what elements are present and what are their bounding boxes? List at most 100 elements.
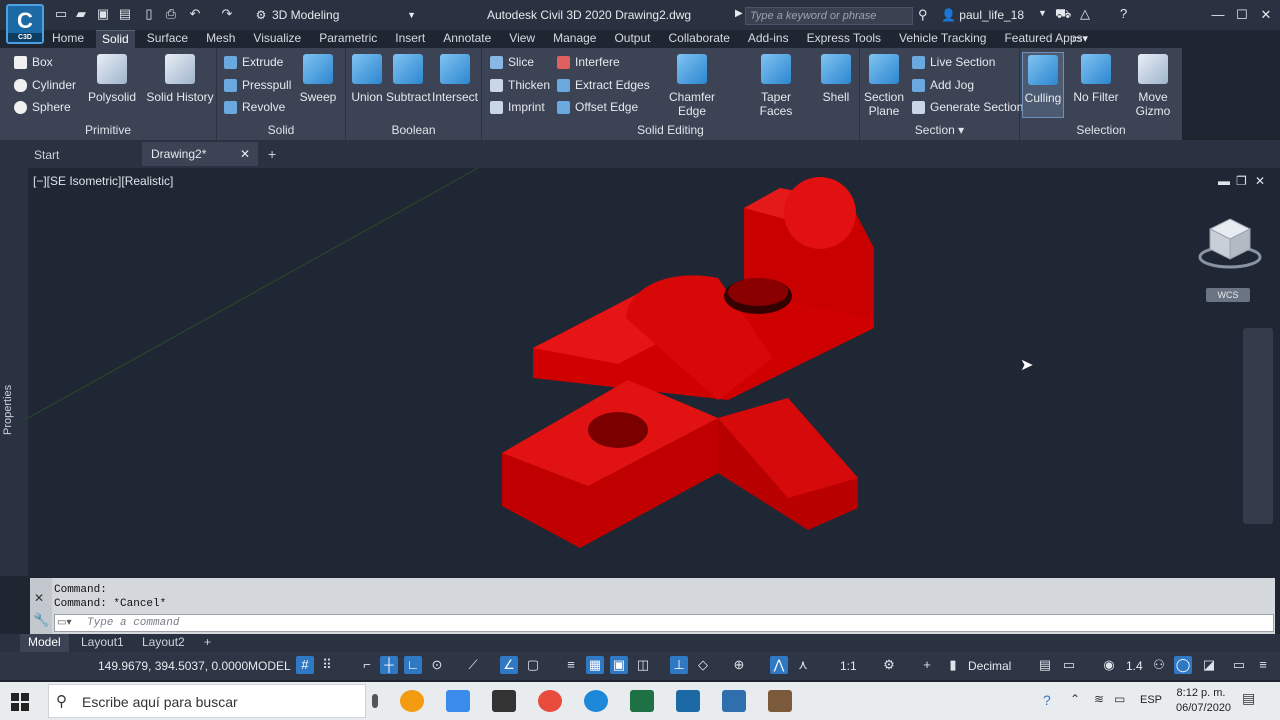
add-jog-button[interactable]: Add Jog	[910, 76, 974, 94]
cart-icon[interactable]: ⛟	[1055, 6, 1071, 24]
hardware-acceleration-icon[interactable]: ◪	[1200, 656, 1218, 674]
grid-icon[interactable]: #	[296, 656, 314, 674]
viewport-close-icon[interactable]: ✕	[1255, 174, 1265, 188]
help-tray-icon[interactable]: ?	[1043, 692, 1051, 708]
application-menu-button[interactable]: C C3D	[6, 4, 44, 44]
new-tab-button[interactable]: +	[268, 146, 276, 162]
wcs-menu-button[interactable]: WCS	[1206, 288, 1250, 302]
isolate-objects-icon[interactable]: ◉	[1100, 656, 1118, 674]
cursor-coordinates[interactable]: 149.9679, 394.5037, 0.0000	[98, 659, 248, 673]
tab-vehicle-tracking[interactable]: Vehicle Tracking	[893, 30, 992, 48]
cylinder-button[interactable]: Cylinder	[12, 76, 76, 94]
solid-history-button[interactable]: Solid History	[146, 52, 214, 104]
revolve-button[interactable]: Revolve	[222, 98, 285, 116]
tab-collaborate[interactable]: Collaborate	[663, 30, 736, 48]
object-snap-tracking-icon[interactable]: ∠	[500, 656, 518, 674]
save-as-icon[interactable]: ▤	[118, 7, 132, 21]
excel-icon[interactable]	[630, 690, 654, 712]
properties-palette-tab[interactable]: Properties	[2, 380, 26, 440]
extrude-button[interactable]: Extrude	[222, 53, 283, 71]
isodraft-icon[interactable]: ⟋	[464, 656, 482, 674]
union-button[interactable]: Union	[348, 52, 386, 104]
viewcube-icon[interactable]	[1198, 213, 1262, 277]
tab-express-tools[interactable]: Express Tools	[801, 30, 887, 48]
intersect-button[interactable]: Intersect	[431, 52, 479, 104]
annotation-monitor-icon[interactable]: +	[918, 656, 936, 674]
annotation-scale[interactable]: 1:1	[840, 659, 857, 673]
tab-surface[interactable]: Surface	[141, 30, 194, 48]
offset-edge-button[interactable]: Offset Edge	[555, 98, 638, 116]
sphere-button[interactable]: Sphere	[12, 98, 71, 116]
viewport-restore-icon[interactable]: ❐	[1236, 174, 1247, 188]
gizmo-icon[interactable]: ⊕	[730, 656, 748, 674]
chevron-down-icon[interactable]: ▼	[1038, 8, 1047, 18]
save-icon[interactable]: ▣	[96, 7, 110, 21]
chrome-icon[interactable]	[538, 690, 562, 712]
close-icon[interactable]: ✕	[34, 591, 44, 605]
tab-view[interactable]: View	[503, 30, 541, 48]
section-plane-button[interactable]: Section Plane	[862, 52, 906, 118]
tab-parametric[interactable]: Parametric	[313, 30, 383, 48]
extract-edges-button[interactable]: Extract Edges	[555, 76, 650, 94]
ortho-icon[interactable]: ∟	[404, 656, 422, 674]
tab-manage[interactable]: Manage	[547, 30, 602, 48]
polysolid-button[interactable]: Polysolid	[84, 52, 140, 104]
chevron-up-icon[interactable]: ⌃	[1070, 692, 1080, 706]
task-view-icon[interactable]	[372, 694, 378, 708]
generate-section-button[interactable]: Generate Section	[910, 98, 1023, 116]
plot-icon[interactable]: ⎙	[164, 7, 178, 21]
graphics-performance-icon[interactable]: ⚇	[1150, 656, 1168, 674]
taper-faces-button[interactable]: Taper Faces	[744, 52, 808, 118]
viewport-controls-label[interactable]: [−][SE Isometric][Realistic]	[33, 174, 173, 188]
edge-icon[interactable]	[584, 690, 608, 712]
lock-ui-icon[interactable]: ▭	[1060, 656, 1078, 674]
tab-drawing2[interactable]: Drawing2* ✕	[142, 142, 258, 166]
undo-icon[interactable]: ↶	[188, 7, 202, 21]
clock[interactable]: 8:12 p. m. 06/07/2020	[1176, 686, 1231, 716]
tab-visualize[interactable]: Visualize	[247, 30, 307, 48]
shell-button[interactable]: Shell	[814, 52, 858, 104]
new-icon[interactable]: ▭	[54, 7, 68, 21]
photos-icon[interactable]	[722, 690, 746, 712]
customize-wrench-icon[interactable]: 🔧	[33, 612, 49, 628]
workspace-dropdown[interactable]: ⚙ 3D Modeling ▼	[254, 6, 424, 24]
imprint-button[interactable]: Imprint	[488, 98, 545, 116]
lineweight-icon[interactable]: ≡	[562, 656, 580, 674]
autodesk-a360-icon[interactable]: △	[1080, 6, 1090, 22]
app-icon[interactable]	[768, 690, 792, 712]
live-section-button[interactable]: Live Section	[910, 53, 995, 71]
web-mobile-icon[interactable]: ▯	[142, 7, 156, 21]
thicken-button[interactable]: Thicken	[488, 76, 550, 94]
model-space-toggle[interactable]: MODEL	[248, 659, 291, 673]
app-icon[interactable]	[400, 690, 424, 712]
interfere-button[interactable]: Interfere	[555, 53, 620, 71]
battery-icon[interactable]: ▭	[1114, 692, 1125, 706]
dropbox-icon[interactable]	[446, 690, 470, 712]
auto-scale-icon[interactable]: ⋏	[794, 656, 812, 674]
help-icon[interactable]: ?	[1120, 6, 1127, 21]
tab-output[interactable]: Output	[608, 30, 656, 48]
tab-start[interactable]: Start	[34, 148, 59, 162]
customization-menu-icon[interactable]: ≡	[1254, 656, 1272, 674]
box-button[interactable]: Box	[12, 53, 53, 71]
sweep-button[interactable]: Sweep	[292, 52, 344, 104]
move-gizmo-button[interactable]: Move Gizmo	[1128, 52, 1178, 118]
help-search-input[interactable]: Type a keyword or phrase	[745, 7, 913, 25]
culling-button[interactable]: Culling	[1022, 52, 1064, 118]
selection-filter-icon[interactable]: ◇	[694, 656, 712, 674]
tab-insert[interactable]: Insert	[389, 30, 431, 48]
panel-title-section[interactable]: Section ▾	[860, 122, 1019, 138]
store-icon[interactable]	[492, 690, 516, 712]
slice-button[interactable]: Slice	[488, 53, 534, 71]
quick-properties-icon[interactable]: ▤	[1036, 656, 1054, 674]
tab-annotate[interactable]: Annotate	[437, 30, 497, 48]
ribbon-toggle-icon[interactable]: ▭▾	[1072, 32, 1088, 45]
no-filter-button[interactable]: No Filter	[1070, 52, 1122, 104]
dynamic-ucs-icon[interactable]: ⊥	[670, 656, 688, 674]
tab-solid[interactable]: Solid	[96, 30, 135, 48]
tab-add-ins[interactable]: Add-ins	[742, 30, 795, 48]
infer-constraints-icon[interactable]: ⌐	[358, 656, 376, 674]
workspace-gear-icon[interactable]: ⚙	[880, 656, 898, 674]
transparency-icon[interactable]: ▦	[586, 656, 604, 674]
subtract-button[interactable]: Subtract	[386, 52, 431, 104]
